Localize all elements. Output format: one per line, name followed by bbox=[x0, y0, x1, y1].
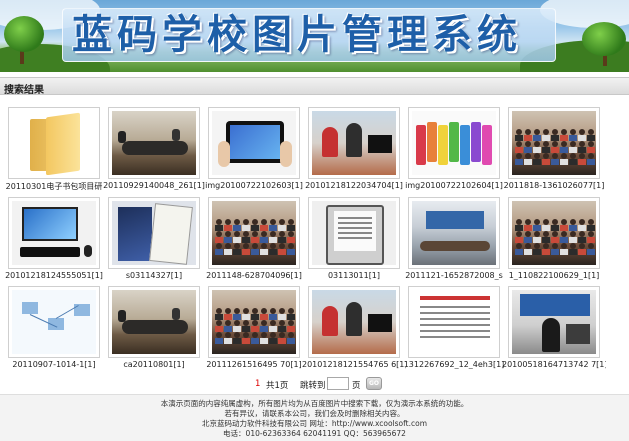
image-caption[interactable]: 2011148-628704096[1] bbox=[202, 271, 306, 280]
image-thumbnail[interactable] bbox=[8, 286, 100, 358]
image-caption[interactable]: s03114327[1] bbox=[102, 271, 206, 280]
jump-to-label: 跳转到 bbox=[300, 381, 326, 391]
meeting-image bbox=[112, 290, 196, 354]
image-caption[interactable]: 1_110822100629_1[1] bbox=[502, 271, 606, 280]
footer-phone: 电话：010-62363364 62041191 QQ：563965672 bbox=[223, 429, 406, 438]
image-caption[interactable]: img20100722102604[1] bbox=[402, 181, 506, 190]
image-thumbnail[interactable] bbox=[508, 197, 600, 269]
footer-contact-note: 若有异议，请联系本公司，我们会及时删除相关内容。 bbox=[224, 409, 405, 418]
group-image bbox=[212, 201, 296, 265]
footer-company: 北京蓝码动力软件科技有限公司 网址：http://www.xcoolsoft.c… bbox=[202, 419, 427, 428]
image-caption[interactable]: 2011818-1361026077[1] bbox=[502, 181, 606, 190]
image-caption[interactable]: 20110301电子书包项目研 bbox=[2, 181, 106, 192]
pagination: 1 共1页 跳转到 页 GO bbox=[0, 377, 629, 391]
image-thumbnail[interactable] bbox=[508, 107, 600, 179]
page-number-input[interactable] bbox=[327, 377, 349, 390]
students-image bbox=[312, 290, 396, 354]
go-button[interactable]: GO bbox=[366, 377, 382, 390]
image-caption[interactable]: 20101218124555051[1] bbox=[2, 271, 106, 280]
image-caption[interactable]: 03113011[1] bbox=[302, 271, 406, 280]
page-unit-label: 页 bbox=[352, 381, 361, 391]
students-image bbox=[312, 111, 396, 175]
image-caption[interactable]: 20101218121554765 6[1] bbox=[302, 360, 406, 369]
image-thumbnail[interactable] bbox=[108, 286, 200, 358]
meeting-image bbox=[112, 111, 196, 175]
image-caption[interactable]: img20100722102603[1] bbox=[202, 181, 306, 190]
image-caption[interactable]: 2011121-1652872008_s bbox=[402, 271, 506, 280]
image-thumbnail[interactable] bbox=[208, 286, 300, 358]
image-thumbnail[interactable] bbox=[408, 197, 500, 269]
image-caption[interactable]: 20110929140048_261[1] bbox=[102, 181, 206, 190]
current-page-link[interactable]: 1 bbox=[255, 379, 260, 389]
image-thumbnail[interactable] bbox=[508, 286, 600, 358]
footer-disclaimer: 本演示页面的内容纯属虚构，所有图片均为从百度图片中搜索下载，仅为演示本系统的功能… bbox=[160, 399, 469, 408]
image-thumbnail[interactable] bbox=[308, 197, 400, 269]
group-image bbox=[512, 201, 596, 265]
document-image bbox=[412, 290, 496, 354]
image-thumbnail[interactable] bbox=[8, 197, 100, 269]
image-caption[interactable]: 20111261516495 70[1] bbox=[202, 360, 306, 369]
section-title: 搜索结果 bbox=[4, 85, 44, 96]
ebook-image bbox=[312, 201, 396, 265]
total-pages-label: 共1页 bbox=[266, 381, 289, 391]
group-image bbox=[212, 290, 296, 354]
group-image bbox=[512, 111, 596, 175]
image-thumbnail[interactable] bbox=[8, 107, 100, 179]
image-thumbnail[interactable] bbox=[408, 107, 500, 179]
image-thumbnail[interactable] bbox=[408, 286, 500, 358]
image-thumbnail[interactable] bbox=[108, 197, 200, 269]
section-header: 搜索结果 bbox=[0, 77, 629, 96]
image-caption[interactable]: 20100518164713742 7[1] bbox=[502, 360, 606, 369]
image-thumbnail[interactable] bbox=[208, 107, 300, 179]
folder-image bbox=[12, 111, 96, 175]
tablet-image bbox=[212, 111, 296, 175]
image-caption[interactable]: 20110907-1014-1[1] bbox=[2, 360, 106, 369]
presenter-image bbox=[512, 290, 596, 354]
image-caption[interactable]: ca20110801[1] bbox=[102, 360, 206, 369]
image-caption[interactable]: 1312267692_12_4eh3[1] bbox=[402, 360, 506, 369]
image-thumbnail[interactable] bbox=[308, 107, 400, 179]
computer-image bbox=[12, 201, 96, 265]
header-banner: 蓝码学校图片管理系统 bbox=[0, 0, 629, 72]
image-thumbnail[interactable] bbox=[108, 107, 200, 179]
image-caption[interactable]: 20101218122034704[1] bbox=[302, 181, 406, 190]
meeting2-image bbox=[412, 201, 496, 265]
footer: 本演示页面的内容纯属虚构，所有图片均为从百度图片中搜索下载，仅为演示本系统的功能… bbox=[0, 394, 629, 441]
colors-image bbox=[412, 111, 496, 175]
app-title: 蓝码学校图片管理系统 bbox=[72, 12, 522, 58]
image-thumbnail[interactable] bbox=[308, 286, 400, 358]
diagram-image bbox=[12, 290, 96, 354]
image-thumbnail[interactable] bbox=[208, 197, 300, 269]
ereader-image bbox=[112, 201, 196, 265]
